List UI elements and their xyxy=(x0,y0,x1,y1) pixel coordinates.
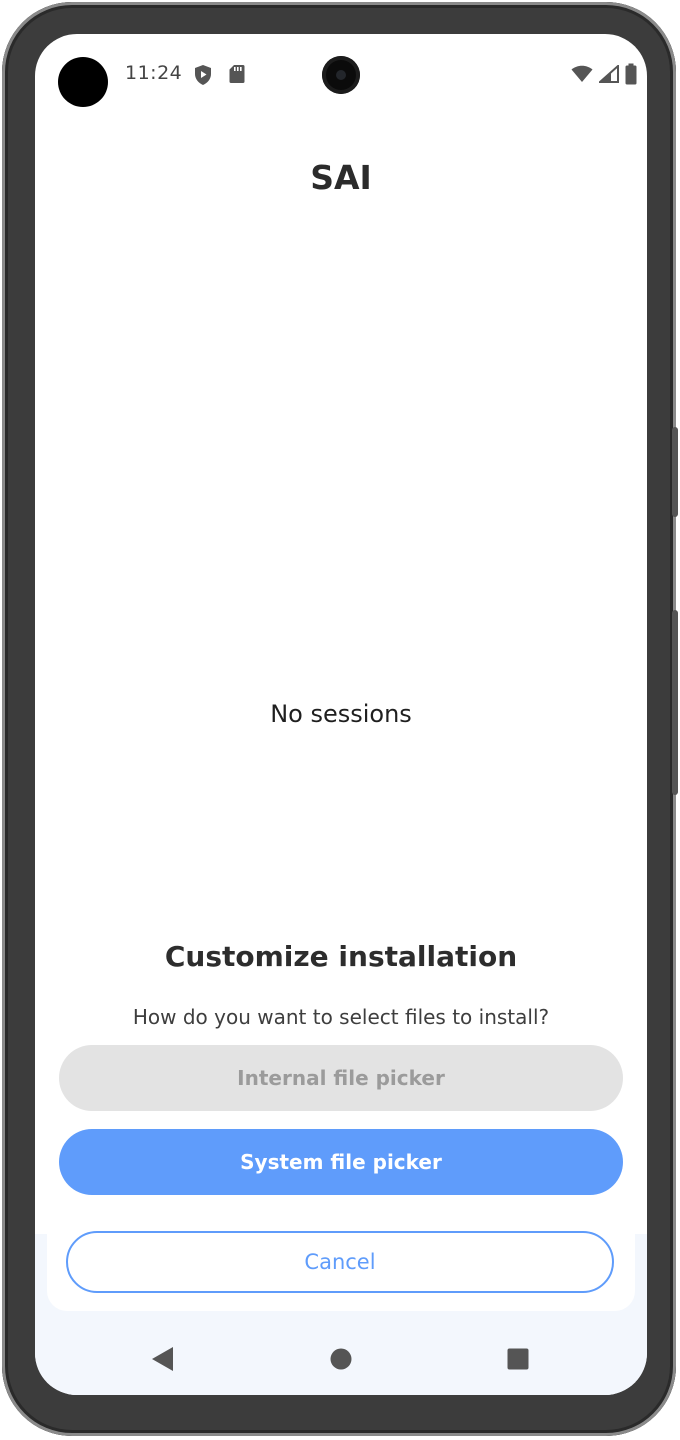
status-indicator-dot xyxy=(58,57,108,107)
front-camera xyxy=(322,56,360,94)
power-button xyxy=(672,610,678,795)
system-file-picker-button[interactable]: System file picker xyxy=(59,1129,623,1195)
cancel-panel: Cancel xyxy=(47,1205,635,1311)
back-icon[interactable] xyxy=(151,1346,175,1376)
app-title: SAI xyxy=(310,158,372,197)
sheet-title: Customize installation xyxy=(164,940,518,973)
empty-state-message: No sessions xyxy=(270,700,412,728)
cellular-signal-icon xyxy=(597,63,619,87)
recents-icon[interactable] xyxy=(507,1348,529,1374)
cancel-button[interactable]: Cancel xyxy=(66,1231,614,1293)
sheet-question: How do you want to select files to insta… xyxy=(132,1005,550,1029)
sd-card-icon xyxy=(229,64,245,88)
phone-frame: 11:24 SAI No sessions Customize installa… xyxy=(2,2,678,1436)
status-time: 11:24 xyxy=(125,62,183,84)
screen: 11:24 SAI No sessions Customize installa… xyxy=(35,34,647,1395)
status-bar: 11:24 xyxy=(35,34,647,114)
internal-file-picker-button[interactable]: Internal file picker xyxy=(59,1045,623,1111)
battery-icon xyxy=(625,63,637,89)
wifi-icon xyxy=(571,65,593,87)
volume-button xyxy=(672,427,678,517)
shield-play-icon xyxy=(193,64,213,90)
home-icon[interactable] xyxy=(330,1348,352,1374)
